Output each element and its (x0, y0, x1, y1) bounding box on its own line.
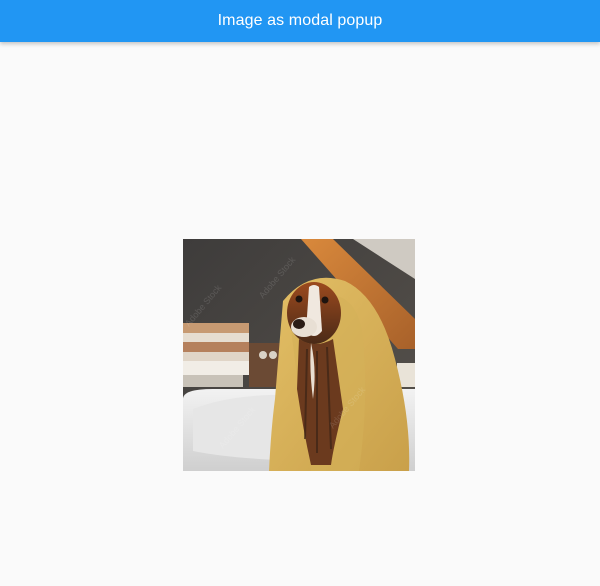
app-bar-title: Image as modal popup (217, 12, 383, 29)
dog-in-towel-photo: Adobe Stock Adobe Stock Adobe Stock Adob… (183, 239, 415, 471)
modal-image-thumbnail[interactable]: Adobe Stock Adobe Stock Adobe Stock Adob… (183, 239, 415, 471)
app-bar: Image as modal popup (0, 0, 600, 42)
